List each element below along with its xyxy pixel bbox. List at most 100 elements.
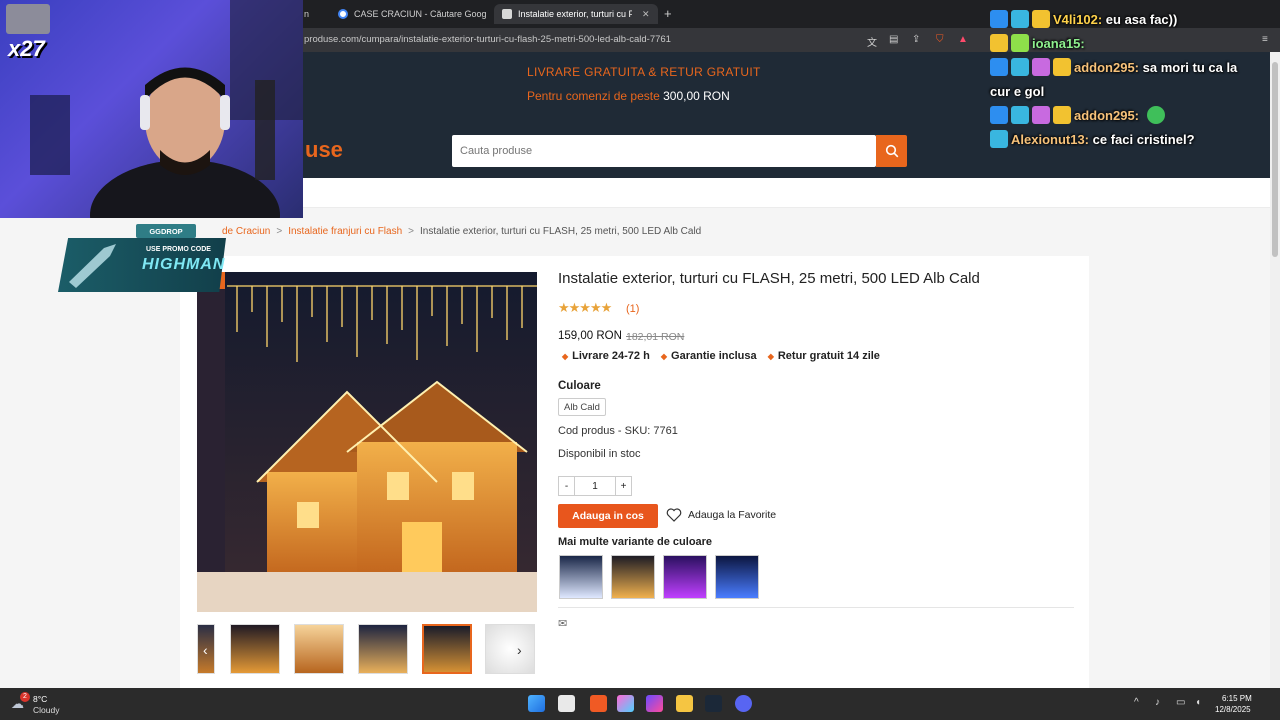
add-to-cart-button[interactable]: Adauga in cos [558,504,658,528]
bits-badge-icon [990,130,1008,148]
sub-badge-icon [1032,10,1050,28]
discord-icon[interactable] [735,695,752,712]
shipping-banner: LIVRARE GRATUITA & RETUR GRATUIT [527,65,761,79]
volume-icon[interactable]: ◖ [1195,697,1201,708]
streamer-avatar [6,4,50,34]
new-tab-button[interactable]: + [664,6,672,21]
windows-start-icon[interactable] [528,695,545,712]
streak-multiplier: x27 [8,36,45,61]
chat-username: Alexionut13: [1011,132,1090,147]
clock-time[interactable]: 6:15 PM [1222,694,1252,703]
gift-badge-icon [1011,34,1029,52]
sub-badge-icon [1053,106,1071,124]
add-to-favorites-button[interactable]: Adauga la Favorite [666,508,776,522]
brave-browser-icon[interactable] [590,695,607,712]
scrollbar-thumb[interactable] [1272,62,1278,257]
gallery-thumbnail[interactable] [485,624,535,674]
variants-label: Mai multe variante de culoare [558,536,713,548]
favorites-label: Adauga la Favorite [688,509,777,521]
chat-text: ce faci cristinel? [1092,132,1195,147]
hammer-badge-icon [990,10,1008,28]
shipping-threshold: Pentru comenzi de peste 300,00 RON [527,89,730,103]
webcam-overlay: x27 [0,0,303,218]
clock-date[interactable]: 12/8/2025 [1215,705,1251,714]
file-explorer-icon[interactable] [676,695,693,712]
variant-thumbnail[interactable] [715,555,759,599]
brave-rewards-icon[interactable]: ▲ [958,34,968,45]
chat-username: ioana15: [1032,36,1085,51]
share-icon[interactable]: ⇪ [912,34,920,45]
steam-icon[interactable] [705,695,722,712]
qty-increase-button[interactable]: + [615,477,631,495]
shipping-threshold-label: Pentru comenzi de peste [527,89,660,103]
diamond-icon: ◆ [767,352,774,361]
gallery-thumbnail[interactable] [358,624,408,674]
qty-decrease-button[interactable]: - [559,477,575,495]
breadcrumb-current: Instalatie exterior, turturi cu FLASH, 2… [420,226,702,237]
search-box [452,135,876,167]
product-sku: Cod produs - SKU: 7761 [558,425,678,437]
hammer-badge-icon [990,58,1008,76]
tray-chevron-icon[interactable]: ^ [1134,697,1139,708]
heart-icon [666,508,682,522]
search-input[interactable] [452,135,876,167]
bits-badge-icon [1011,10,1029,28]
url-field[interactable]: produse.com/cumpara/instalatie-exterior-… [304,34,671,45]
gallery-thumbnail-selected[interactable] [422,624,472,674]
search-icon [885,144,898,158]
site-logo[interactable]: use [305,137,343,163]
gallery-prev-icon[interactable]: ‹ [203,642,208,658]
search-button[interactable] [876,135,907,167]
browser-tab[interactable]: CASE CRACIUN - Căutare Google [330,4,486,24]
chat-username: addon295: [1074,60,1140,75]
quantity-stepper: - 1 + [558,476,632,496]
chat-message: V4li102: eu asa fac)) [990,8,1260,32]
close-tab-icon[interactable]: ✕ [642,9,650,20]
color-option[interactable]: Alb Cald [558,398,606,416]
speaker-icon[interactable]: ♪ [1155,697,1160,708]
chat-message: ioana15: [990,32,1260,56]
product-price: 159,00 RON [558,330,622,342]
breadcrumb-link[interactable]: de Craciun [222,226,270,237]
m365-icon[interactable] [646,695,663,712]
tab-title: n [304,9,310,19]
qty-input[interactable]: 1 [575,477,615,495]
color-label: Culoare [558,380,601,392]
mail-icon[interactable]: ✉ [558,617,567,630]
breadcrumb-link[interactable]: Instalatie franjuri cu Flash [288,226,402,237]
house-lights-photo [197,272,537,612]
old-price: 182,01 RON [626,331,685,343]
translate-icon[interactable]: 文 [867,34,877,49]
diamond-icon: ◆ [562,352,569,361]
sub-badge-icon [1053,58,1071,76]
task-view-icon[interactable] [558,695,575,712]
rating-stars: ★★★★★ [558,300,612,315]
browser-menu-icon[interactable]: ≡ [1262,34,1268,45]
variant-thumbnail[interactable] [559,555,603,599]
stream-chat: V4li102: eu asa fac)) ioana15: addon295:… [990,8,1260,152]
emote-icon [1146,106,1165,124]
breadcrumb-separator: > [408,226,414,237]
page-scrollbar[interactable] [1270,52,1280,688]
gallery-next-icon[interactable]: › [517,642,522,658]
reader-mode-icon[interactable]: ▤ [889,34,898,45]
variant-thumbnail[interactable] [663,555,707,599]
chat-message: Alexionut13: ce faci cristinel? [990,128,1260,152]
tab-title: Instalatie exterior, turturi cu FLA [518,9,632,19]
product-main-image[interactable] [197,272,537,612]
browser-tab-active[interactable]: Instalatie exterior, turturi cu FLA ✕ [494,4,658,24]
review-count[interactable]: (1) [626,303,639,315]
network-icon[interactable]: ▭ [1176,697,1185,708]
chat-text: eu asa fac)) [1105,12,1178,27]
promo-text: USE PROMO CODE [146,246,211,253]
weather-description[interactable]: Cloudy [33,705,59,715]
crown-badge-icon [990,34,1008,52]
promo-code: HIGHMAN [142,256,226,273]
weather-temperature[interactable]: 8°C [33,694,47,704]
brave-shield-icon[interactable]: ⛉ [936,34,944,45]
shipping-threshold-amount: 300,00 RON [663,89,730,103]
variant-thumbnail[interactable] [611,555,655,599]
gallery-thumbnail[interactable] [294,624,344,674]
copilot-icon[interactable] [617,695,634,712]
gallery-thumbnail[interactable] [230,624,280,674]
